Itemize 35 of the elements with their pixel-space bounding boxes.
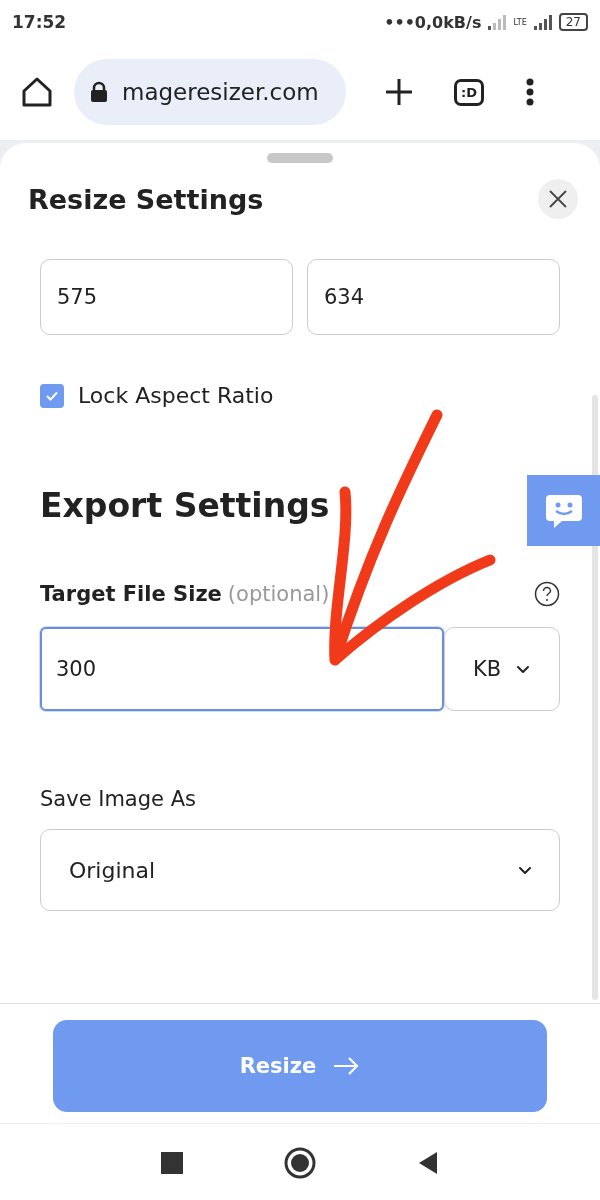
arrow-right-icon	[332, 1056, 361, 1076]
home-icon[interactable]	[20, 75, 54, 109]
sheet-title: Resize Settings	[28, 183, 265, 215]
field-hint: (optional)	[227, 582, 330, 606]
home-button-icon[interactable]	[284, 1147, 316, 1179]
network-type: LTE	[513, 17, 527, 27]
url-text: mageresizer.com	[122, 79, 319, 105]
clock-time: 17:52	[12, 12, 67, 32]
close-button[interactable]	[538, 179, 578, 219]
recent-apps-icon[interactable]	[160, 1152, 183, 1174]
checkbox[interactable]	[40, 383, 64, 408]
checkbox-label: Lock Aspect Ratio	[78, 383, 274, 408]
back-icon[interactable]	[417, 1151, 440, 1175]
address-bar[interactable]: mageresizer.com	[74, 59, 346, 125]
field-label: Save Image As	[40, 787, 197, 811]
help-icon[interactable]	[534, 581, 560, 607]
network-speed: •••0,0kB/s	[384, 12, 482, 32]
dimension-field[interactable]: 634	[307, 259, 560, 335]
close-icon	[548, 189, 568, 209]
lock-icon	[90, 81, 108, 103]
chat-button[interactable]	[527, 475, 600, 546]
plus-icon[interactable]	[384, 77, 414, 107]
field-label: Target File Size	[40, 582, 222, 606]
format-dropdown[interactable]: Original	[40, 829, 560, 911]
drag-handle[interactable]	[267, 153, 333, 163]
battery-level: 27	[558, 13, 588, 31]
unit-dropdown[interactable]: KB	[444, 627, 560, 711]
section-title: Export Settings	[40, 486, 331, 525]
dimension-field[interactable]: 575	[40, 259, 293, 335]
file-size-field[interactable]: 300	[40, 627, 444, 711]
smiley-chat-icon	[543, 492, 584, 529]
tab-switcher-button[interactable]: :D	[454, 78, 484, 106]
signal-icon	[532, 14, 553, 30]
more-options-icon[interactable]	[526, 78, 534, 106]
signal-icon	[487, 14, 508, 30]
